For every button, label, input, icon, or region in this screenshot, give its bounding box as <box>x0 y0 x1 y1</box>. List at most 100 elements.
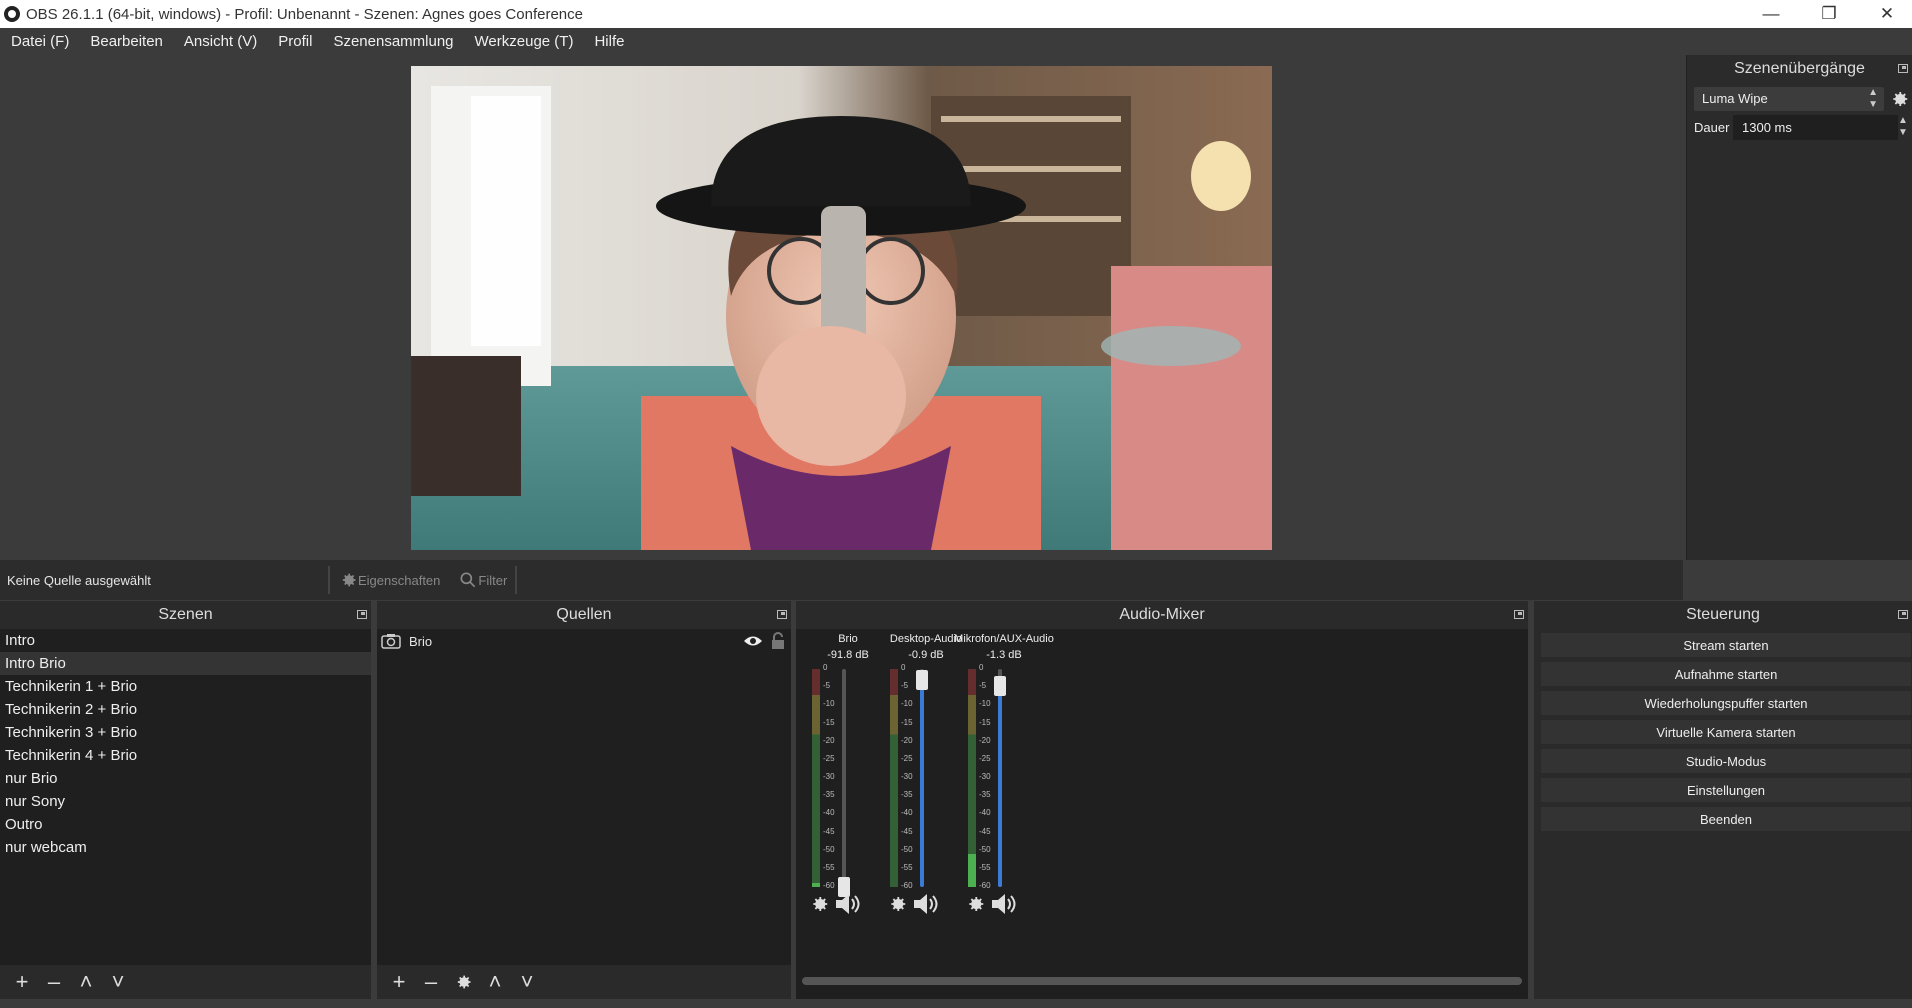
duration-input[interactable]: 1300 ms <box>1733 115 1898 140</box>
meter-scale-label: -25 <box>901 753 913 763</box>
scene-item[interactable]: nur Sony <box>0 790 371 813</box>
mute-speaker-icon[interactable] <box>834 892 862 916</box>
scene-item[interactable]: Intro <box>0 629 371 652</box>
meter-scale-label: 0 <box>979 663 984 672</box>
meter-scale-label: -45 <box>823 826 835 836</box>
lock-icon[interactable] <box>771 632 785 650</box>
meter-scale-label: -10 <box>823 699 835 709</box>
scene-list[interactable]: Intro Intro Brio Technikerin 1 + Brio Te… <box>0 629 371 965</box>
move-up-chevron-icon[interactable]: ˄ <box>479 969 511 995</box>
menu-profile[interactable]: Profil <box>267 33 322 50</box>
record-start-button[interactable]: Aufnahme starten <box>1540 661 1912 687</box>
menu-file[interactable]: Datei (F) <box>0 33 79 50</box>
meter-scale-label: -20 <box>979 735 991 745</box>
scene-item[interactable]: Technikerin 2 + Brio <box>0 698 371 721</box>
meter-scale-label: -15 <box>979 717 991 727</box>
meter-scale-label: -10 <box>979 699 991 709</box>
meter-scale-label: -5 <box>823 681 831 691</box>
level-meter-fill <box>968 854 976 887</box>
menu-scene-collection[interactable]: Szenensammlung <box>322 33 463 50</box>
restore-icon[interactable]: ❐ <box>1800 0 1858 28</box>
menu-help[interactable]: Hilfe <box>583 33 634 50</box>
sources-title: Quellen <box>556 606 612 623</box>
float-dock-icon[interactable] <box>1898 64 1908 73</box>
properties-button[interactable]: Eigenschaften <box>338 570 440 590</box>
level-meter <box>812 669 820 887</box>
source-list[interactable]: Brio <box>377 629 791 965</box>
meter-scale-label: -5 <box>901 681 909 691</box>
meter-scale-label: -50 <box>979 844 991 854</box>
duration-spin-icon[interactable]: ▲ ▼ <box>1898 115 1908 139</box>
audio-mixer-header: Audio-Mixer <box>796 601 1528 629</box>
sources-header: Quellen <box>377 601 791 629</box>
minimize-icon[interactable]: — <box>1742 0 1800 28</box>
move-down-chevron-icon[interactable]: ˅ <box>102 969 134 995</box>
float-dock-icon[interactable] <box>1898 610 1908 619</box>
close-icon[interactable]: ✕ <box>1858 0 1912 28</box>
scene-item[interactable]: Technikerin 4 + Brio <box>0 744 371 767</box>
menu-view[interactable]: Ansicht (V) <box>173 33 267 50</box>
transition-select[interactable]: Luma Wipe ▲ ▼ <box>1694 87 1884 111</box>
spin-arrows-icon: ▲ ▼ <box>1868 87 1878 110</box>
exit-button[interactable]: Beenden <box>1540 806 1912 832</box>
preview-canvas[interactable] <box>411 66 1272 550</box>
virtual-camera-button[interactable]: Virtuelle Kamera starten <box>1540 719 1912 745</box>
meter-scale-label: -25 <box>979 753 991 763</box>
mixer-scrollbar[interactable] <box>802 977 1522 985</box>
channel-settings-gear-icon[interactable] <box>964 893 986 915</box>
volume-slider-handle[interactable] <box>994 676 1006 696</box>
settings-button[interactable]: Einstellungen <box>1540 777 1912 803</box>
channel-settings-gear-icon[interactable] <box>886 893 908 915</box>
remove-source-minus-icon[interactable]: – <box>415 969 447 995</box>
float-dock-icon[interactable] <box>357 610 367 619</box>
studio-mode-button[interactable]: Studio-Modus <box>1540 748 1912 774</box>
float-dock-icon[interactable] <box>1514 610 1524 619</box>
meter-scale-label: -55 <box>823 862 835 872</box>
meter-scale-label: -20 <box>823 735 835 745</box>
scenes-title: Szenen <box>158 606 213 623</box>
stream-start-button[interactable]: Stream starten <box>1540 632 1912 658</box>
remove-scene-minus-icon[interactable]: – <box>38 969 70 995</box>
volume-slider-handle[interactable] <box>916 670 928 690</box>
meter-scale-label: -30 <box>901 772 913 781</box>
meter-scale-label: -50 <box>901 844 913 854</box>
mute-speaker-icon[interactable] <box>912 892 940 916</box>
source-settings-gear-icon[interactable] <box>447 969 479 995</box>
transition-settings-gear-icon[interactable] <box>1888 88 1910 110</box>
scene-item-selected[interactable]: Intro Brio <box>0 652 371 675</box>
meter-scale-label: 0 <box>823 663 828 672</box>
scene-item[interactable]: nur Brio <box>0 767 371 790</box>
meter-scale-label: -55 <box>979 862 991 872</box>
volume-slider-track[interactable] <box>842 669 846 887</box>
filter-button[interactable]: Filter <box>458 570 507 590</box>
menu-edit[interactable]: Bearbeiten <box>79 33 173 50</box>
replay-buffer-button[interactable]: Wiederholungspuffer starten <box>1540 690 1912 716</box>
menu-tools[interactable]: Werkzeuge (T) <box>464 33 584 50</box>
move-up-chevron-icon[interactable]: ˄ <box>70 969 102 995</box>
scene-item[interactable]: nur webcam <box>0 836 371 859</box>
preview-image <box>411 66 1272 550</box>
properties-gear-icon <box>342 573 356 587</box>
channel-settings-gear-icon[interactable] <box>808 893 830 915</box>
scene-item[interactable]: Outro <box>0 813 371 836</box>
meter-scale-label: -15 <box>901 717 913 727</box>
title-bar: OBS 26.1.1 (64-bit, windows) - Profil: U… <box>0 0 1912 28</box>
volume-slider-fill <box>998 686 1002 887</box>
camera-icon <box>381 634 401 649</box>
audio-mixer-dock: Audio-Mixer Brio -91.8 dB 0 -5 -10 -15 -20 -25-… <box>796 601 1528 999</box>
add-source-plus-icon[interactable]: + <box>383 969 415 995</box>
sources-dock: Quellen Brio + – ˄ ˅ <box>377 601 791 999</box>
add-scene-plus-icon[interactable]: + <box>6 969 38 995</box>
move-down-chevron-icon[interactable]: ˅ <box>511 969 543 995</box>
float-dock-icon[interactable] <box>777 610 787 619</box>
source-item[interactable]: Brio <box>377 629 791 653</box>
channel-name: Mikrofon/AUX-Audio <box>954 633 1054 645</box>
scene-item[interactable]: Technikerin 3 + Brio <box>0 721 371 744</box>
mute-speaker-icon[interactable] <box>990 892 1018 916</box>
divider <box>515 566 518 594</box>
transitions-header: Szenenübergänge <box>1687 55 1912 83</box>
source-toolbar: Keine Quelle ausgewählt Eigenschaften Fi… <box>0 560 1683 600</box>
meter-scale-label: -40 <box>823 808 835 818</box>
scene-item[interactable]: Technikerin 1 + Brio <box>0 675 371 698</box>
visibility-eye-icon[interactable] <box>743 634 763 648</box>
